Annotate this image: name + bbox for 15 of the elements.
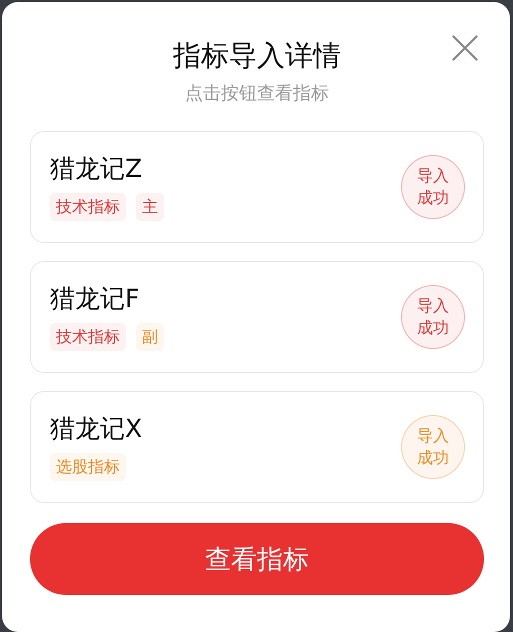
import-status-stamp: 导入成功 — [401, 285, 465, 349]
indicator-name: 猎龙记F — [50, 283, 140, 315]
close-icon[interactable] — [451, 34, 479, 62]
indicator-tag: 主 — [136, 193, 164, 221]
indicator-name: 猎龙记Z — [50, 153, 144, 185]
indicator-tag: 选股指标 — [50, 453, 126, 481]
dialog-subtitle: 点击按钮查看指标 — [185, 82, 329, 106]
import-status-stamp: 导入成功 — [401, 415, 465, 479]
indicator-tag: 技术指标 — [50, 323, 126, 351]
indicator-tag: 技术指标 — [50, 193, 126, 221]
indicator-tag: 副 — [136, 323, 164, 351]
indicator-name: 猎龙记X — [50, 413, 142, 445]
dialog-title: 指标导入详情 — [173, 38, 341, 74]
view-indicators-button[interactable]: 查看指标 — [30, 523, 484, 595]
import-status-stamp: 导入成功 — [401, 155, 465, 219]
